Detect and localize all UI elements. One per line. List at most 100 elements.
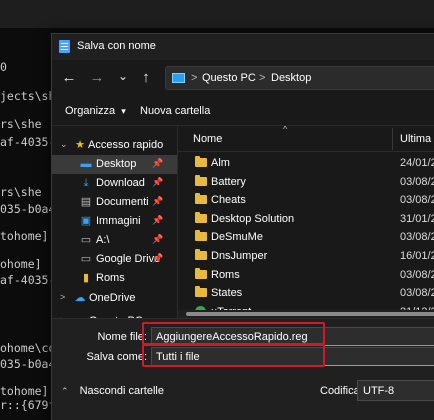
hide-folders-label: Nascondi cartelle <box>79 385 164 397</box>
save-form: Nome file: AggiungereAccessoRapido.reg S… <box>52 318 434 420</box>
quick-access-icon: ★ <box>75 139 85 151</box>
terminal-line: tohome] <box>0 229 49 243</box>
dialog-titlebar: Salva con nome <box>52 34 434 60</box>
file-date: 24/01/2 <box>400 157 434 169</box>
file-date: 03/08/2 <box>400 287 434 300</box>
nav-item-roms[interactable]: ▮ Roms <box>52 269 177 288</box>
notepad-icon <box>59 40 70 53</box>
pin-icon: 📌 <box>152 177 164 187</box>
terminal-line: tohome] <box>0 384 49 398</box>
nav-item-label: Download <box>96 177 145 189</box>
pin-icon: 📌 <box>152 253 164 263</box>
folder-icon <box>195 286 207 298</box>
column-name[interactable]: Nome <box>193 133 222 145</box>
nav-item-label: Documenti <box>96 196 149 208</box>
pictures-icon: ▣ <box>80 215 92 227</box>
column-modified[interactable]: Ultima m <box>400 133 434 145</box>
filename-label: Nome file: <box>97 331 147 343</box>
documents-icon: ▤ <box>80 196 92 208</box>
save-as-dialog: Salva con nome ← → ⌄ ↑ > Questo PC > Des… <box>51 33 434 420</box>
terminal-titlebar <box>0 0 434 28</box>
file-date: 31/01/2 <box>400 212 434 225</box>
breadcrumb-desktop[interactable]: Desktop <box>271 72 311 84</box>
nav-item-a-drive[interactable]: ▭ A:\ 📌 <box>52 231 177 250</box>
file-row[interactable]: Battery 03/08/2 <box>178 173 434 192</box>
file-date: 16/01/2 <box>400 250 434 262</box>
file-name: Desktop Solution <box>211 212 295 225</box>
back-arrow-icon[interactable]: ← <box>58 68 80 88</box>
nav-item-google-drive[interactable]: ▭ Google Drive 📌 <box>52 250 177 269</box>
highlight-box-savetype <box>142 344 325 367</box>
folder-icon <box>195 249 207 260</box>
folder-icon <box>195 211 207 223</box>
onedrive-icon: ☁ <box>74 292 86 304</box>
file-name: DnsJumper <box>211 250 268 262</box>
navigation-pane: ⌄ ★ Accesso rapido ▬ Desktop 📌 ⤓ Download 📌 ▤ Docu… <box>52 126 177 327</box>
up-arrow-icon[interactable]: ↑ <box>135 68 157 88</box>
a-drive-icon: ▭ <box>80 234 92 246</box>
nav-item-download[interactable]: ⤓ Download 📌 <box>52 174 177 193</box>
breadcrumb-separator-icon: > <box>259 72 266 84</box>
new-folder-button[interactable]: Nuova cartella <box>140 105 210 117</box>
organize-button[interactable]: Organizza ▾ <box>65 105 126 117</box>
folder-icon <box>195 230 207 242</box>
nav-item-label: Roms <box>96 272 125 284</box>
column-separator[interactable] <box>392 128 393 150</box>
forward-arrow-icon[interactable]: → <box>86 68 108 88</box>
desktop-icon: ▬ <box>80 158 92 170</box>
folder-icon <box>195 267 207 279</box>
file-name: States <box>211 287 243 300</box>
nav-item-label: Google Drive <box>96 253 161 265</box>
roms-icon: ▮ <box>82 272 90 284</box>
collapse-chevron-icon: ⌃ <box>61 386 69 396</box>
navigation-bar: ← → ⌄ ↑ > Questo PC > Desktop <box>52 60 434 96</box>
file-date: 03/08/2 <box>400 268 434 281</box>
file-row[interactable]: DeSmuMe 03/08/2 <box>178 228 434 247</box>
encoding-select[interactable]: UTF-8 <box>357 380 434 401</box>
file-date: 03/08/2 <box>400 175 434 188</box>
file-name: Alm <box>211 157 230 169</box>
column-header: ^ Nome Ultima m <box>178 126 434 152</box>
horizontal-scrollbar[interactable] <box>178 310 434 318</box>
file-name: Battery <box>211 175 246 188</box>
computer-icon <box>172 73 185 83</box>
expand-chevron-icon[interactable]: > <box>60 292 65 302</box>
file-row[interactable]: Cheats 03/08/2 <box>178 191 434 210</box>
nav-item-quick-access[interactable]: ⌄ ★ Accesso rapido <box>52 136 177 155</box>
command-bar: Organizza ▾ Nuova cartella <box>52 96 434 126</box>
nav-item-onedrive[interactable]: > ☁ OneDrive <box>52 289 177 308</box>
address-bar[interactable]: > Questo PC > Desktop <box>165 66 434 90</box>
screen: 0 jects\she rs\she af-4035-b rs\she 035-b0a4 t… <box>0 0 434 420</box>
breadcrumb-chevron-icon: > <box>191 72 198 84</box>
file-row[interactable]: DnsJumper 16/01/2 <box>178 247 434 266</box>
recent-locations-chevron-icon[interactable]: ⌄ <box>112 66 134 86</box>
savetype-label: Salva come: <box>86 351 147 363</box>
nav-item-label: A:\ <box>96 234 110 246</box>
dialog-title: Salva con nome <box>77 40 156 52</box>
file-row[interactable]: Desktop Solution 31/01/2 <box>178 210 434 229</box>
terminal-line: rs\she <box>0 117 42 131</box>
scrollbar-thumb[interactable] <box>186 312 434 316</box>
nav-item-pictures[interactable]: ▣ Immagini 📌 <box>52 212 177 231</box>
terminal-line: 0 <box>0 60 7 74</box>
download-icon: ⤓ <box>83 177 89 189</box>
file-date: 03/08/2 <box>400 231 434 244</box>
google-drive-icon: ▭ <box>80 253 92 265</box>
file-date: 03/08/2 <box>400 194 434 207</box>
hide-folders-button[interactable]: ⌃ Nascondi cartelle <box>61 385 164 397</box>
sort-indicator-icon: ^ <box>283 126 288 134</box>
nav-item-desktop[interactable]: ▬ Desktop 📌 <box>52 155 177 174</box>
file-row[interactable]: States 03/08/2 <box>178 284 434 303</box>
pin-icon: 📌 <box>152 158 164 168</box>
breadcrumb-this-pc[interactable]: Questo PC <box>202 72 256 84</box>
file-row[interactable]: Roms 03/08/2 <box>178 266 434 285</box>
expand-chevron-icon[interactable]: ⌄ <box>60 139 68 150</box>
folder-icon <box>195 193 207 205</box>
terminal-line: ohome] <box>0 257 42 271</box>
file-name: Cheats <box>211 194 246 207</box>
pin-icon: 📌 <box>152 196 164 206</box>
nav-item-documents[interactable]: ▤ Documenti 📌 <box>52 193 177 212</box>
pin-icon: 📌 <box>152 215 164 225</box>
dropdown-arrow-icon: ▾ <box>121 106 126 116</box>
file-row[interactable]: Alm 24/01/2 <box>178 154 434 173</box>
